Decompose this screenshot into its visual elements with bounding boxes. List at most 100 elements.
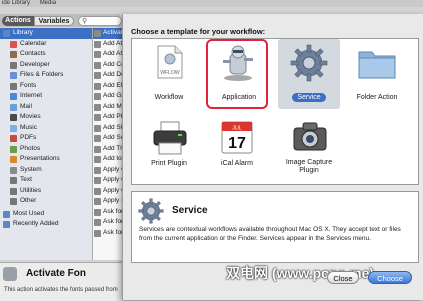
action-item-icon	[94, 229, 101, 237]
action-item-label: Add Color	[103, 60, 123, 68]
action-item-icon	[94, 156, 101, 163]
wflow-document-icon: WFLOW	[157, 45, 183, 79]
action-item[interactable]: Ask for T	[93, 228, 123, 239]
template-image-capture-plugin[interactable]: Image Capture Plugin	[278, 117, 340, 181]
library-item-icon	[10, 156, 17, 163]
search-icon: ⚲	[82, 18, 88, 25]
library-item[interactable]: Utilities	[0, 186, 92, 197]
actions-tab[interactable]: Actions	[2, 16, 34, 26]
library-item-label: Calendar	[20, 39, 47, 47]
library-item[interactable]: PDFs	[0, 133, 92, 144]
library-item-label: Presentations	[20, 155, 60, 162]
menu-strip-item[interactable]: ide Library	[2, 0, 30, 6]
library-item-icon	[3, 221, 10, 228]
template-label: Print Plugin	[151, 160, 187, 167]
library-item[interactable]: Most Used	[0, 209, 92, 220]
library-item-icon	[10, 145, 17, 153]
template-application[interactable]: Application	[206, 39, 268, 109]
action-item[interactable]: Add Atta	[93, 39, 123, 50]
library-item-label: Photos	[20, 144, 41, 152]
action-item[interactable]: Ask for I	[93, 217, 123, 228]
choose-button[interactable]: Choose	[368, 271, 412, 284]
menu-strip-item[interactable]: Media	[40, 0, 56, 6]
template-print-plugin[interactable]: Print Plugin	[138, 117, 200, 181]
variables-tab[interactable]: Variables	[34, 16, 74, 26]
library-item[interactable]: System	[0, 165, 92, 176]
action-item[interactable]: Add Song	[93, 133, 123, 144]
action-item[interactable]: Add Mov	[93, 102, 123, 113]
library-item-icon	[3, 30, 10, 37]
library-item-icon	[10, 198, 17, 205]
library-item-icon	[10, 51, 17, 58]
library-list: Library Calendar Contacts Developer Files & …	[0, 28, 93, 260]
library-item[interactable]: Text	[0, 175, 92, 186]
action-item-icon	[94, 114, 101, 121]
action-item[interactable]: Apply Co	[93, 165, 123, 176]
library-item[interactable]: Photos	[0, 144, 92, 155]
gear-icon	[290, 44, 328, 82]
library-item-label: Music	[20, 123, 37, 131]
library-item[interactable]: Internet	[0, 91, 92, 102]
action-item[interactable]: Add Pho	[93, 112, 123, 123]
action-item-icon	[94, 51, 101, 58]
library-item-icon	[10, 166, 17, 174]
library-item[interactable]: Calendar	[0, 39, 92, 50]
actions-list: Activate Add Atta Add Atta Add Color Add Doc…	[93, 28, 123, 260]
action-item-icon	[94, 82, 101, 90]
action-item[interactable]: Add Effe	[93, 81, 123, 92]
template-service[interactable]: Service	[278, 39, 340, 109]
library-item[interactable]: Other	[0, 196, 92, 207]
calendar-month: JUL	[232, 126, 242, 132]
library-item[interactable]: Fonts	[0, 81, 92, 92]
library-item-icon	[10, 72, 17, 79]
template-info-text: Services are contextual workflows availa…	[139, 226, 401, 242]
action-item-label: Apply SC	[103, 197, 123, 204]
template-workflow[interactable]: WFLOW Workflow	[138, 43, 200, 109]
template-ical-alarm[interactable]: JUL 17 iCal Alarm	[206, 117, 268, 181]
service-gear-icon	[138, 198, 164, 224]
action-item[interactable]: Activate	[93, 28, 123, 39]
action-item[interactable]: Add Atta	[93, 49, 123, 60]
action-item-icon	[94, 30, 101, 37]
library-item-label: Internet	[20, 92, 43, 99]
library-item[interactable]: Presentations	[0, 154, 92, 165]
library-item-label: System	[20, 165, 42, 173]
folder-icon	[358, 51, 396, 79]
library-item-icon	[10, 61, 17, 69]
library-item[interactable]: Contacts	[0, 49, 92, 60]
action-item[interactable]: Add Slide	[93, 123, 123, 134]
library-item[interactable]: Library	[0, 28, 92, 39]
action-item-label: Add Atta	[103, 39, 123, 47]
library-item-icon	[10, 124, 17, 132]
action-item[interactable]: Ask for F	[93, 207, 123, 218]
action-item-label: Add Mov	[103, 102, 123, 110]
library-item[interactable]: Developer	[0, 60, 92, 71]
action-item-label: Apply Qu	[103, 176, 123, 183]
action-item[interactable]: Apply Qu	[93, 175, 123, 186]
action-item-label: Ask for I	[103, 218, 123, 225]
action-item-icon	[94, 40, 101, 48]
search-input[interactable]: ⚲	[78, 16, 122, 26]
action-item-label: Ask for T	[103, 228, 123, 236]
template-folder-action[interactable]: Folder Action	[346, 43, 408, 109]
library-item-icon	[10, 177, 17, 184]
library-item[interactable]: Files & Folders	[0, 70, 92, 81]
action-item[interactable]: Add to F	[93, 154, 123, 165]
action-item-label: Add Pho	[103, 113, 123, 120]
library-item[interactable]: Recently Added	[0, 219, 92, 230]
action-item-icon	[94, 145, 101, 153]
action-item[interactable]: Apply Q	[93, 186, 123, 197]
action-item[interactable]: Add Docu	[93, 70, 123, 81]
action-item[interactable]: Add Color	[93, 60, 123, 71]
action-item-label: Add Atta	[103, 50, 123, 57]
library-item[interactable]: Movies	[0, 112, 92, 123]
action-item[interactable]: Add Thu	[93, 144, 123, 155]
action-item[interactable]: Apply SC	[93, 196, 123, 207]
close-button[interactable]: Close	[327, 271, 359, 284]
action-item-icon	[94, 72, 101, 79]
library-item[interactable]: Mail	[0, 102, 92, 113]
action-item[interactable]: Add Grid	[93, 91, 123, 102]
action-item-icon	[94, 103, 101, 111]
action-item-label: Activate	[103, 29, 123, 36]
library-item[interactable]: Music	[0, 123, 92, 134]
